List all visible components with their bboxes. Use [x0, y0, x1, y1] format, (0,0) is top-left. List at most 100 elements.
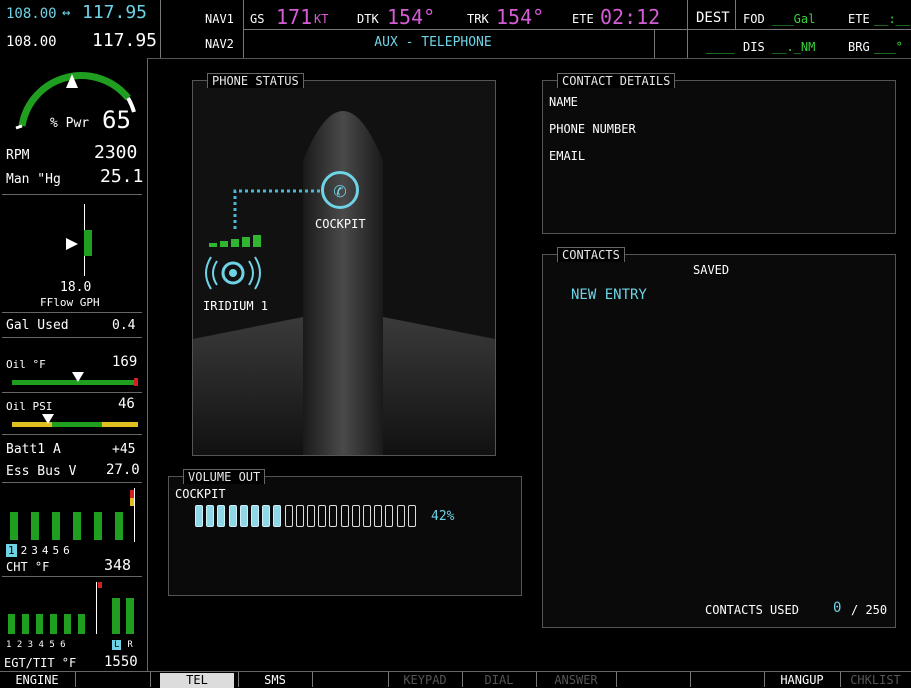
volume-segment-bar[interactable] [195, 505, 425, 527]
oil-psi-bar-high [102, 422, 138, 427]
egt-left-label: L [112, 640, 122, 650]
com1-active: 108.00 [6, 6, 57, 22]
iridium-label: IRIDIUM 1 [203, 299, 269, 313]
egt-cylinder-numbers: 1 2 3 4 5 6 [6, 640, 66, 650]
ete-value: 02:12 [600, 5, 661, 29]
fod-value: ___Gal [772, 12, 816, 26]
volume-segment [295, 505, 304, 527]
volume-percent: 42% [431, 509, 455, 524]
dest-label: DEST [696, 10, 730, 26]
oil-temp-label: Oil °F [6, 358, 46, 371]
essbus-label: Ess Bus V [6, 464, 77, 479]
top-status-bar: 108.00 ↔ 117.95 108.00 117.95 NAV1 NAV2 … [0, 0, 911, 59]
nav1-label: NAV1 [205, 12, 234, 26]
dest-value: ____ [706, 40, 735, 54]
volume-segment [284, 505, 293, 527]
egt-right-label: R [127, 640, 133, 650]
cht-caution [130, 498, 134, 506]
egt-tit-bar [126, 598, 134, 634]
volume-segment [407, 505, 416, 527]
cht-cyl-6: 6 [63, 544, 70, 557]
contacts-panel: CONTACTS SAVED NEW ENTRY CONTACTS USED 0… [542, 247, 896, 628]
cht-cyl-4: 4 [41, 544, 49, 557]
pwr-label: % Pwr [50, 116, 90, 131]
cockpit-phone-icon[interactable]: ✆ [321, 171, 359, 209]
oil-temp-pointer-icon [72, 372, 84, 382]
oil-psi-label: Oil PSI [6, 400, 53, 413]
gal-used-label: Gal Used [6, 318, 69, 333]
contact-details-title: CONTACT DETAILS [557, 73, 676, 88]
egt-tit-bar [112, 598, 120, 634]
softkey-bar: ENGINE TEL SMS KEYPAD DIAL ANSWER HANGUP… [0, 671, 911, 688]
volume-segment [217, 505, 226, 527]
oil-temp-redline [134, 378, 138, 386]
trk-value: 154° [496, 5, 545, 29]
contacts-saved-header: SAVED [693, 263, 730, 277]
oil-temp-value: 169 [112, 354, 138, 370]
oil-psi-value: 46 [118, 396, 135, 412]
cht-cylinder-bar [115, 512, 123, 540]
contacts-used-max: / 250 [851, 603, 888, 617]
dis-label: DIS [743, 40, 765, 54]
pwr-value: 65 [102, 106, 131, 134]
volume-segment [351, 505, 360, 527]
volume-segment [307, 505, 315, 527]
man-value: 25.1 [100, 166, 144, 187]
cht-redline [130, 490, 134, 498]
volume-channel-label: COCKPIT [175, 487, 226, 501]
signal-strength-icon [209, 235, 261, 247]
essbus-value: 27.0 [106, 462, 140, 478]
cockpit-label: COCKPIT [315, 217, 366, 231]
swap-arrow-icon[interactable]: ↔ [62, 5, 70, 21]
volume-segment [340, 505, 349, 527]
gs-unit: KT [314, 12, 329, 26]
volume-segment [363, 505, 371, 527]
volume-out-title: VOLUME OUT [183, 469, 266, 484]
contact-phone-label: PHONE NUMBER [549, 122, 636, 136]
cht-cylinder-bar [73, 512, 81, 540]
rpm-label: RPM [6, 148, 30, 163]
cht-cylinder-bar [52, 512, 60, 540]
volume-segment [251, 505, 259, 527]
volume-segment [374, 505, 383, 527]
egt-lr-labels: L R [112, 640, 133, 650]
cht-cyl-2: 2 [20, 544, 28, 557]
ete2-value: __:__ [874, 12, 911, 26]
egt-redline [98, 582, 102, 588]
contacts-used-value: 0 [833, 600, 842, 616]
com1-standby[interactable]: 117.95 [82, 2, 147, 23]
egt-cylinder-bar [64, 614, 71, 634]
page-title: AUX - TELEPHONE [374, 35, 492, 50]
cht-value: 348 [104, 556, 132, 574]
ete2-label: ETE [848, 12, 870, 26]
iridium-transceiver-icon[interactable] [201, 253, 265, 293]
volume-segment [228, 505, 237, 527]
volume-segment [273, 505, 282, 527]
ete-label: ETE [572, 12, 594, 26]
fflow-bar [84, 230, 92, 256]
cht-cyl-3: 3 [31, 544, 38, 557]
dtk-label: DTK [357, 12, 379, 26]
volume-segment [385, 505, 394, 527]
man-label: Man "Hg [6, 172, 61, 187]
volume-segment [396, 505, 405, 527]
egt-value: 1550 [104, 654, 138, 670]
egt-cylinder-bar [22, 614, 29, 634]
batt-label: Batt1 A [6, 442, 61, 457]
egt-label: EGT/TIT °F [4, 656, 77, 670]
cht-scale [134, 488, 135, 542]
gs-value: 171 [276, 5, 313, 29]
egt-cylinder-bar [36, 614, 43, 634]
cht-label: CHT °F [6, 560, 50, 574]
gal-used-value: 0.4 [112, 318, 136, 333]
contacts-title: CONTACTS [557, 247, 625, 262]
dis-value: __._NM [772, 40, 816, 54]
trk-label: TRK [467, 12, 489, 26]
volume-out-panel: VOLUME OUT COCKPIT 42% [168, 469, 522, 596]
gs-label: GS [250, 12, 265, 26]
new-entry-item[interactable]: NEW ENTRY [571, 287, 647, 303]
cht-cyl-1: 1 [6, 544, 17, 557]
brg-value: ___° [874, 40, 903, 54]
cht-cylinder-bar [10, 512, 18, 540]
fflow-value: 18.0 [60, 280, 92, 295]
